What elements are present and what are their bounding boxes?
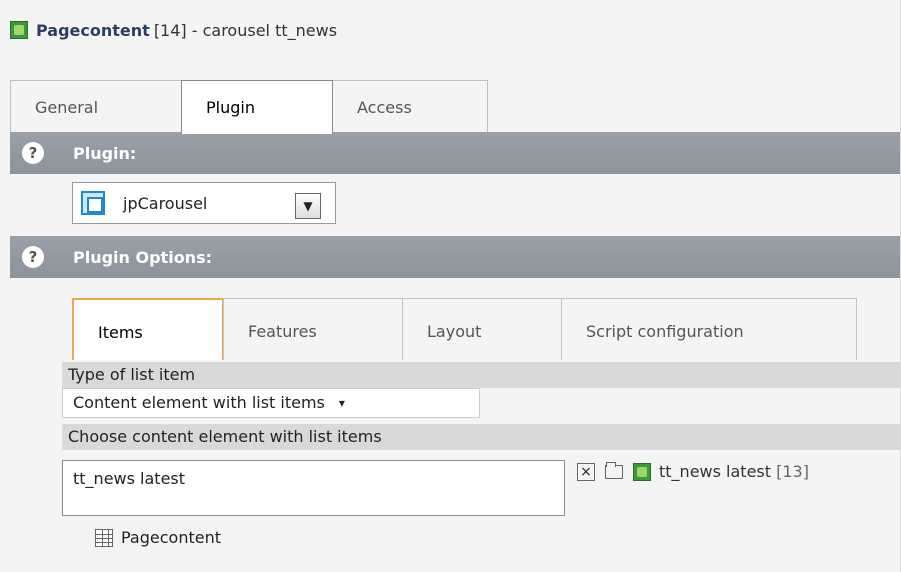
sub-tab-features-label: Features (248, 322, 317, 341)
page-title: Pagecontent [14] - carousel tt_news (10, 15, 337, 45)
plugin-section-bar: ? Plugin: (10, 132, 901, 174)
sub-tab-layout[interactable]: Layout (402, 298, 562, 360)
small-dropdown-icon: ▾ (338, 396, 345, 410)
plugin-select[interactable]: jpCarousel ▼ (72, 182, 336, 224)
plugin-row: jpCarousel ▼ (10, 174, 901, 234)
element-browser-label: Pagecontent (121, 528, 221, 547)
content-element-icon (633, 462, 651, 481)
related-record-label[interactable]: tt_news latest [13] (659, 462, 809, 481)
element-browser-link[interactable]: Pagecontent (95, 528, 221, 547)
related-record-actions: × tt_news latest [13] (577, 461, 809, 481)
sub-tab-features[interactable]: Features (223, 298, 403, 360)
tab-general-label: General (35, 98, 99, 117)
choose-content-textarea[interactable]: tt_news latest (62, 460, 565, 516)
page-content-icon (10, 21, 28, 39)
plugin-icon (81, 191, 105, 215)
tab-general[interactable]: General (10, 80, 182, 132)
plugin-options-section-bar: ? Plugin Options: (10, 236, 901, 278)
choose-content-value: tt_news latest (73, 469, 186, 488)
type-of-list-item-value: Content element with list items (73, 393, 325, 412)
tab-plugin[interactable]: Plugin (181, 80, 333, 134)
table-icon (95, 528, 113, 547)
related-record-id: [13] (776, 462, 809, 481)
plugin-section-label: Plugin: (73, 143, 137, 163)
folder-icon[interactable] (605, 461, 623, 479)
tab-plugin-label: Plugin (206, 98, 255, 117)
tab-access-label: Access (357, 98, 412, 117)
type-of-list-item-label: Type of list item (62, 362, 901, 388)
choose-content-label: Choose content element with list items (62, 424, 901, 450)
sub-tab-script-configuration[interactable]: Script configuration (561, 298, 857, 360)
related-record-title: tt_news latest (659, 462, 772, 481)
main-tabs: General Plugin Access (10, 80, 488, 134)
tab-access[interactable]: Access (332, 80, 488, 132)
plugin-select-value: jpCarousel (123, 193, 208, 213)
sub-tab-script-configuration-label: Script configuration (586, 322, 744, 341)
sub-tab-items-label: Items (98, 323, 143, 342)
type-of-list-item-select[interactable]: Content element with list items ▾ (62, 388, 480, 418)
remove-icon[interactable]: × (577, 462, 595, 481)
page-title-rest: [14] - carousel tt_news (153, 20, 338, 40)
help-icon[interactable]: ? (22, 142, 44, 164)
sub-tab-layout-label: Layout (427, 322, 482, 341)
plugin-options-section-label: Plugin Options: (73, 247, 212, 267)
sub-tab-items[interactable]: Items (72, 298, 224, 360)
help-icon[interactable]: ? (22, 246, 44, 268)
sub-tabs: Items Features Layout Script configurati… (72, 298, 857, 360)
page-title-strong: Pagecontent (36, 20, 150, 40)
plugin-dropdown-button[interactable]: ▼ (295, 193, 321, 219)
